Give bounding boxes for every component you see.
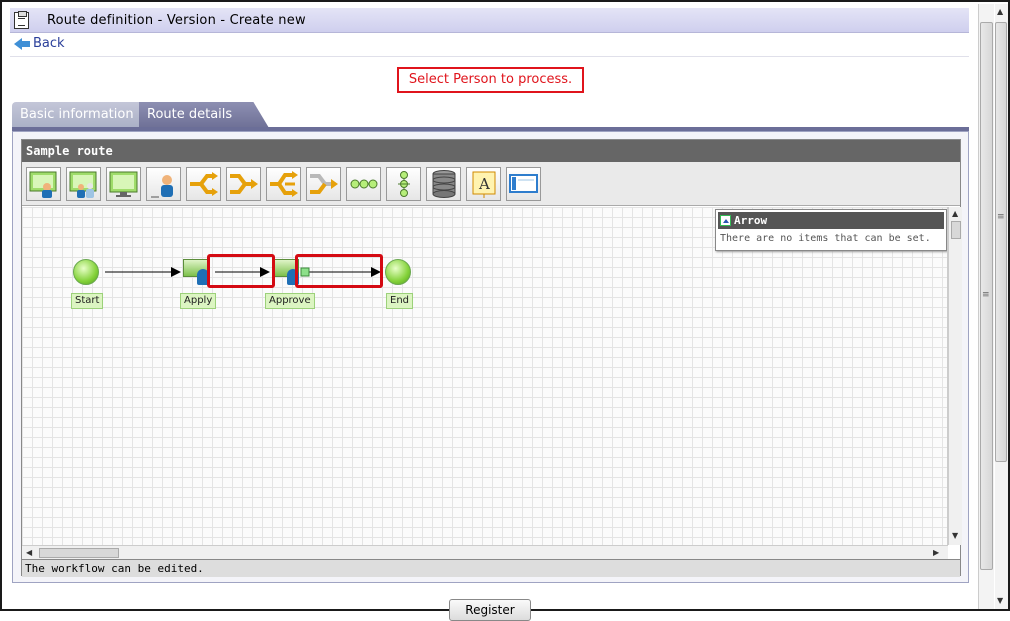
tool-horizontal-chain[interactable]: [346, 167, 381, 201]
page-title: Route definition - Version - Create new: [47, 13, 306, 28]
workflow-canvas[interactable]: Start Apply Approve End Arrow There are …: [22, 207, 948, 545]
scroll-left-icon[interactable]: ◀: [26, 548, 32, 557]
user-screen-group-icon: [69, 171, 97, 198]
route-status: The workflow can be edited.: [22, 559, 960, 577]
outer-scroll-down-icon[interactable]: ▼: [997, 596, 1003, 605]
route-name: Sample route: [22, 140, 960, 162]
register-button[interactable]: Register: [449, 599, 531, 621]
tab-route-details[interactable]: Route details: [139, 102, 269, 128]
back-bar: Back: [10, 33, 969, 57]
tool-screen[interactable]: [106, 167, 141, 201]
back-link[interactable]: Back: [14, 36, 65, 51]
tool-person[interactable]: [146, 167, 181, 201]
tool-parallel-split[interactable]: [266, 167, 301, 201]
person-icon: [151, 175, 173, 198]
apply-label: Apply: [180, 293, 217, 309]
tool-text-label[interactable]: A: [466, 167, 501, 201]
outer-vertical-thumb[interactable]: [995, 22, 1007, 462]
parallel-split-icon: [270, 171, 298, 197]
title-bar: Route definition - Version - Create new: [10, 8, 969, 33]
screen-icon: [109, 171, 138, 197]
start-label: Start: [71, 293, 104, 309]
scroll-down-icon[interactable]: ▼: [952, 531, 958, 540]
user-screen-icon: [29, 171, 57, 198]
tool-user-screen-group[interactable]: [66, 167, 101, 201]
error-message: Select Person to process.: [397, 67, 584, 93]
tool-branch-split[interactable]: [186, 167, 221, 201]
page-vertical-scrollbar[interactable]: ≡: [978, 4, 994, 609]
window-icon: [509, 174, 538, 193]
horizontal-chain-icon: [350, 179, 378, 189]
workflow-connectors: [105, 267, 381, 277]
tool-parallel-merge[interactable]: [306, 167, 341, 201]
tool-vertical-chain[interactable]: [386, 167, 421, 201]
route-details-panel: Sample route A Start Apply Approve End A…: [12, 131, 969, 583]
outer-scroll-grip-icon: ≡: [997, 212, 1005, 222]
scroll-grip-icon: ≡: [982, 290, 990, 300]
svg-text:A: A: [478, 175, 490, 193]
database-icon: [432, 170, 456, 198]
canvas-vertical-thumb[interactable]: [951, 221, 961, 239]
back-arrow-icon: [14, 37, 30, 51]
end-node[interactable]: [385, 259, 411, 285]
canvas-horizontal-thumb[interactable]: [39, 548, 119, 558]
outer-vertical-scrollbar[interactable]: ▲ ≡ ▼: [995, 4, 1008, 609]
outer-scroll-up-icon[interactable]: ▲: [997, 7, 1003, 16]
text-label-icon: A: [472, 171, 496, 198]
branch-split-icon: [190, 172, 218, 196]
collapse-icon[interactable]: [720, 215, 731, 226]
scroll-up-icon[interactable]: ▲: [952, 209, 958, 218]
clipboard-icon: [14, 11, 29, 29]
arrow-panel-message: There are no items that can be set.: [720, 233, 931, 244]
tool-branch-merge[interactable]: [226, 167, 261, 201]
tool-database[interactable]: [426, 167, 461, 201]
route-toolbar: A: [22, 162, 960, 206]
tab-basic-information[interactable]: Basic information: [12, 102, 144, 128]
branch-merge-icon: [230, 174, 258, 194]
back-label: Back: [33, 36, 65, 51]
end-label: End: [386, 293, 414, 309]
arrow-panel-title: Arrow: [734, 214, 768, 227]
approve-label: Approve: [265, 293, 315, 309]
canvas-horizontal-scrollbar[interactable]: ◀ ▶: [22, 545, 948, 559]
arrow-properties-panel: Arrow There are no items that can be set…: [715, 209, 947, 251]
parallel-merge-icon: [310, 174, 338, 194]
canvas-vertical-scrollbar[interactable]: ▲ ▼: [948, 207, 962, 545]
highlight-arrow-apply-approve: [207, 254, 275, 288]
tool-window[interactable]: [506, 167, 541, 201]
scroll-right-icon[interactable]: ▶: [933, 548, 939, 557]
highlight-arrow-approve-end: [295, 254, 383, 288]
arrow-panel-header[interactable]: Arrow: [718, 212, 944, 229]
app-window: Route definition - Version - Create new …: [0, 0, 1010, 621]
route-editor: Sample route A Start Apply Approve End A…: [21, 139, 962, 577]
vertical-chain-icon: [398, 171, 410, 197]
start-node[interactable]: [73, 259, 99, 285]
tool-user-screen[interactable]: [26, 167, 61, 201]
